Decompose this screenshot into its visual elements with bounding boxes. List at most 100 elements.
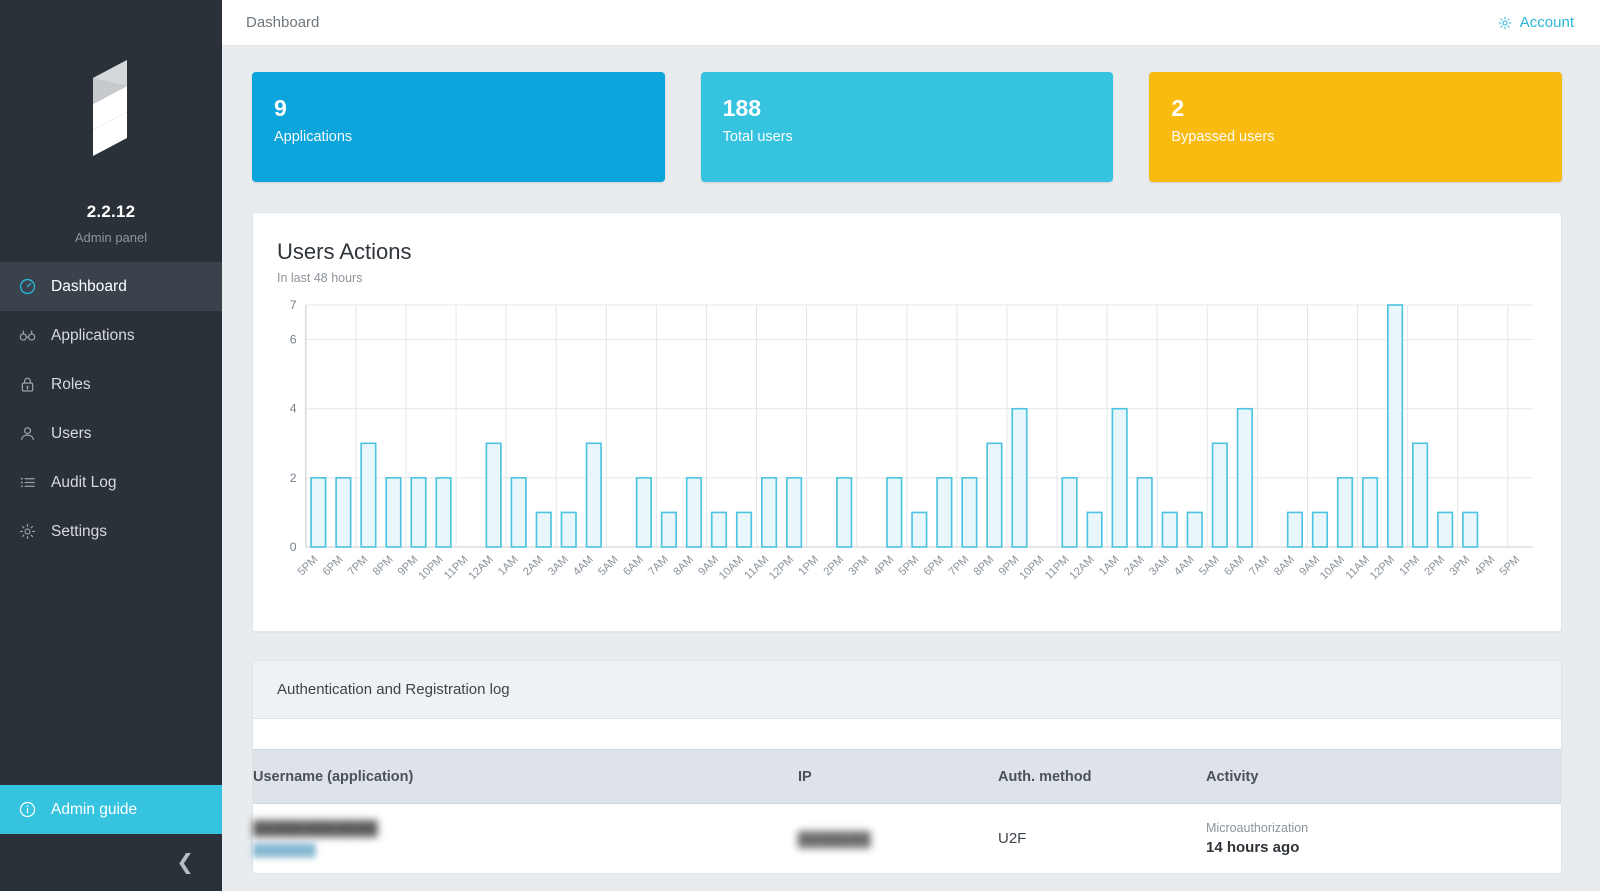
sidebar-item-settings[interactable]: Settings bbox=[0, 507, 222, 556]
chart-bar[interactable] bbox=[836, 477, 853, 548]
column-header-username[interactable]: Username (application) bbox=[253, 749, 798, 804]
chart-bar[interactable] bbox=[585, 442, 602, 548]
stat-card-applications[interactable]: 9 Applications bbox=[252, 72, 665, 182]
chart-bar[interactable] bbox=[485, 442, 502, 548]
chart-bar[interactable] bbox=[1011, 407, 1028, 548]
info-circle-icon bbox=[18, 800, 37, 819]
sidebar-item-roles[interactable]: Roles bbox=[0, 360, 222, 409]
chart-bar[interactable] bbox=[1111, 407, 1128, 548]
column-header-auth-method[interactable]: Auth. method bbox=[998, 749, 1206, 804]
svg-text:10AM: 10AM bbox=[1318, 554, 1347, 583]
chart-bar[interactable] bbox=[1361, 477, 1379, 548]
stat-label: Applications bbox=[274, 129, 353, 146]
svg-text:8AM: 8AM bbox=[671, 554, 696, 578]
version-label: 2.2.12 bbox=[86, 202, 136, 221]
svg-text:3PM: 3PM bbox=[846, 554, 871, 578]
stat-value: 2 bbox=[1171, 95, 1185, 121]
svg-text:11PM: 11PM bbox=[442, 554, 471, 582]
chart-bar[interactable] bbox=[435, 477, 452, 548]
column-header-ip[interactable]: IP bbox=[798, 749, 998, 804]
svg-text:4PM: 4PM bbox=[871, 554, 896, 578]
chart-bar[interactable] bbox=[1412, 442, 1429, 548]
cell-auth-method: U2F bbox=[998, 830, 1027, 847]
svg-text:8PM: 8PM bbox=[371, 554, 396, 578]
svg-text:11PM: 11PM bbox=[1043, 554, 1072, 582]
chart-bar[interactable] bbox=[560, 511, 577, 548]
gear-icon bbox=[1497, 15, 1513, 31]
chart-bar[interactable] bbox=[1061, 477, 1078, 548]
chart-bar[interactable] bbox=[1136, 477, 1153, 548]
admin-guide-button[interactable]: Admin guide bbox=[0, 785, 222, 834]
chart-bar[interactable] bbox=[760, 477, 778, 548]
chart-bar[interactable] bbox=[1286, 511, 1303, 548]
column-header-activity[interactable]: Activity bbox=[1206, 749, 1561, 804]
svg-text:2PM: 2PM bbox=[821, 554, 846, 578]
chart-bar[interactable] bbox=[886, 477, 903, 548]
chart-bar[interactable] bbox=[535, 511, 552, 548]
log-panel-title: Authentication and Registration log bbox=[253, 661, 1561, 719]
chart-bar[interactable] bbox=[986, 442, 1003, 548]
stat-label: Total users bbox=[722, 129, 793, 146]
stat-card-bypassed-users[interactable]: 2 Bypassed users bbox=[1149, 72, 1563, 182]
sidebar-item-dashboard[interactable]: Dashboard bbox=[0, 262, 222, 311]
chart-bar[interactable] bbox=[1086, 511, 1103, 548]
chart-bar[interactable] bbox=[385, 477, 402, 548]
chart-bar[interactable] bbox=[685, 477, 703, 548]
sidebar-item-users[interactable]: Users bbox=[0, 409, 222, 458]
chart-bar[interactable] bbox=[660, 511, 677, 548]
chevron-left-icon[interactable]: ❮ bbox=[176, 852, 194, 873]
chart-bar[interactable] bbox=[1437, 511, 1454, 548]
svg-text:3AM: 3AM bbox=[546, 554, 571, 578]
list-icon bbox=[18, 473, 37, 492]
chart-bar[interactable] bbox=[360, 442, 377, 548]
account-label: Account bbox=[1519, 14, 1574, 31]
chart-bar[interactable] bbox=[710, 511, 728, 548]
chart-bar[interactable] bbox=[310, 477, 327, 548]
chart-bar[interactable] bbox=[1161, 511, 1178, 548]
chart-bar[interactable] bbox=[1311, 511, 1329, 548]
chart-bar[interactable] bbox=[936, 477, 953, 548]
table-row[interactable]: ████████████ ███████ ███████ U2F Microau… bbox=[253, 804, 1561, 874]
svg-text:6PM: 6PM bbox=[321, 554, 346, 578]
svg-text:12PM: 12PM bbox=[1368, 554, 1397, 583]
chart-bar[interactable] bbox=[786, 477, 803, 548]
chart-bar[interactable] bbox=[510, 477, 527, 548]
chart-bar[interactable] bbox=[1236, 407, 1253, 548]
users-actions-chart: 0 2 4 6 7 5PM 6PM 7PM 8PM 9PM 10PM 11PM 12AM 1AM 2AM 3A… bbox=[253, 295, 1561, 631]
svg-text:1PM: 1PM bbox=[796, 554, 821, 578]
stat-value: 9 bbox=[274, 95, 287, 121]
lock-icon bbox=[18, 375, 37, 394]
sidebar-item-applications[interactable]: Applications bbox=[0, 311, 222, 360]
svg-text:7PM: 7PM bbox=[346, 554, 371, 578]
chart-bar[interactable] bbox=[635, 477, 652, 548]
users-actions-panel: Users Actions In last 48 hours 0 2 4 6 7 5PM 6… bbox=[252, 212, 1562, 632]
account-button[interactable]: Account bbox=[1497, 14, 1574, 31]
chart-bar[interactable] bbox=[410, 477, 427, 548]
chart-bar[interactable] bbox=[1211, 442, 1228, 548]
svg-text:10AM: 10AM bbox=[717, 554, 746, 583]
chart-bar[interactable] bbox=[335, 477, 352, 548]
svg-text:7AM: 7AM bbox=[1247, 554, 1272, 578]
cell-activity: Microauthorization 14 hours ago bbox=[1206, 804, 1561, 874]
sidebar-item-label: Settings bbox=[51, 522, 108, 540]
chart-bar[interactable] bbox=[1387, 304, 1404, 548]
log-table-head: Username (application) IP Auth. method A… bbox=[253, 749, 1561, 804]
chart-bar[interactable] bbox=[735, 511, 753, 548]
svg-text:2: 2 bbox=[290, 471, 297, 485]
svg-text:6: 6 bbox=[290, 333, 297, 347]
chart-bar[interactable] bbox=[1336, 477, 1354, 548]
stat-card-total-users[interactable]: 188 Total users bbox=[700, 72, 1114, 182]
chart-bar[interactable] bbox=[911, 511, 928, 548]
chart-bar[interactable] bbox=[1462, 511, 1479, 548]
chart-bar[interactable] bbox=[1186, 511, 1203, 548]
chart-bar[interactable] bbox=[961, 477, 978, 548]
admin-guide-label: Admin guide bbox=[51, 800, 138, 818]
chart-header: Users Actions In last 48 hours bbox=[253, 213, 1561, 295]
sidebar-brand: 2.2.12 Admin panel bbox=[0, 0, 222, 262]
log-table-body: ████████████ ███████ ███████ U2F Microau… bbox=[253, 804, 1561, 874]
breadcrumb: Dashboard bbox=[246, 14, 320, 31]
svg-text:5PM: 5PM bbox=[1497, 554, 1522, 578]
sidebar-item-audit-log[interactable]: Audit Log bbox=[0, 458, 222, 507]
auth-registration-log-panel: Authentication and Registration log User… bbox=[252, 660, 1562, 874]
